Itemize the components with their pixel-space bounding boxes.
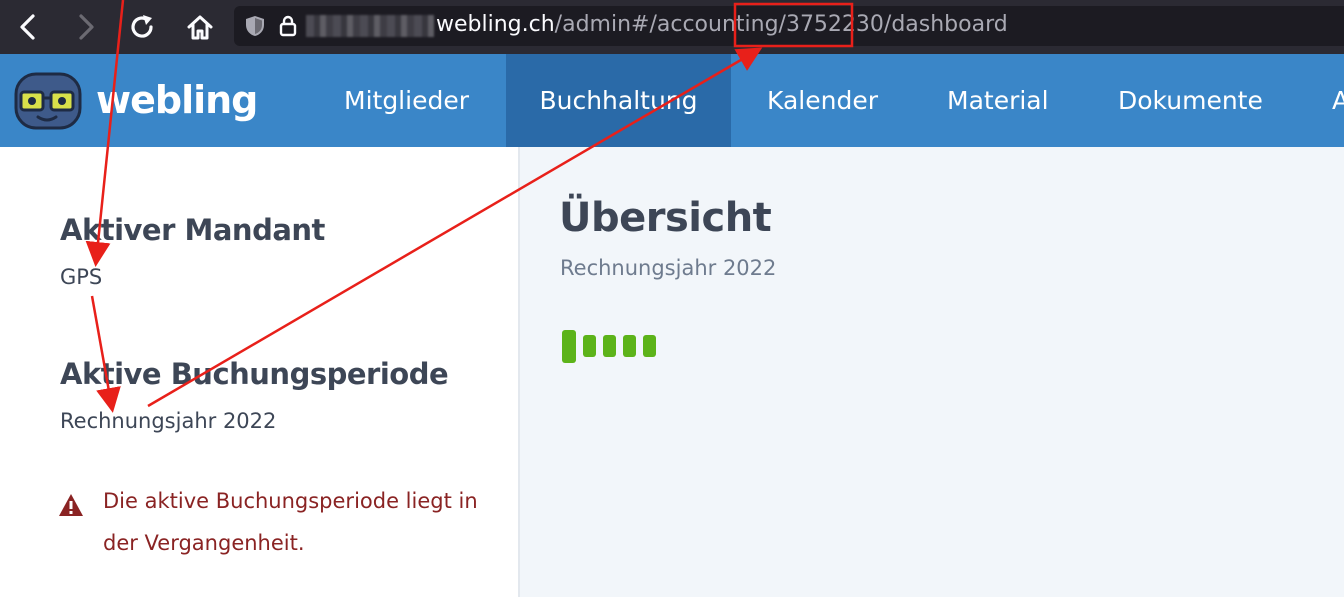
period-heading: Aktive Buchungsperiode <box>60 357 449 391</box>
nav-dokumente[interactable]: Dokumente <box>1118 54 1263 147</box>
page-subtitle: Rechnungsjahr 2022 <box>560 256 777 280</box>
home-button[interactable] <box>180 8 220 46</box>
back-arrow-icon <box>20 14 35 40</box>
page-title: Übersicht <box>559 195 772 241</box>
home-icon <box>187 15 213 40</box>
redacted-subdomain <box>306 15 434 37</box>
shield-icon[interactable] <box>244 14 266 38</box>
warning-message: Die aktive Buchungsperiode liegt in der … <box>103 489 478 555</box>
reload-button[interactable] <box>122 8 162 46</box>
nav-material[interactable]: Material <box>947 54 1049 147</box>
sidebar: Aktiver Mandant GPS Aktive Buchungsperio… <box>0 147 520 597</box>
nav-mitglieder[interactable]: Mitglieder <box>344 54 469 147</box>
forward-button[interactable] <box>66 8 106 46</box>
loader-bar <box>583 335 596 357</box>
client-heading: Aktiver Mandant <box>60 213 325 247</box>
forward-arrow-icon <box>79 14 94 40</box>
lock-icon[interactable] <box>278 14 298 38</box>
url-text[interactable]: webling.ch/admin#/accounting/3752230/das… <box>436 11 1008 39</box>
client-value[interactable]: GPS <box>60 265 102 289</box>
app-header: webling Mitglieder Buchhaltung Kalender … <box>0 54 1344 147</box>
loader-bar <box>603 335 616 357</box>
url-host: webling.ch <box>436 12 555 37</box>
nav-buchhaltung[interactable]: Buchhaltung <box>506 54 731 147</box>
nav-truncated[interactable]: A <box>1332 54 1344 147</box>
period-value[interactable]: Rechnungsjahr 2022 <box>60 409 276 433</box>
warning-triangle-icon <box>59 494 83 516</box>
url-path: /admin#/accounting/3752230/dashboard <box>554 12 1008 37</box>
loader-bar <box>562 330 576 363</box>
loader-bar <box>623 335 636 357</box>
logo-wordmark[interactable]: webling <box>96 78 258 122</box>
back-button[interactable] <box>8 8 48 46</box>
logo-mascot-icon[interactable] <box>14 70 82 132</box>
browser-toolbar: webling.ch/admin#/accounting/3752230/das… <box>0 0 1344 54</box>
nav-kalender[interactable]: Kalender <box>767 54 878 147</box>
loader-bar <box>643 335 656 357</box>
reload-icon <box>131 15 153 38</box>
